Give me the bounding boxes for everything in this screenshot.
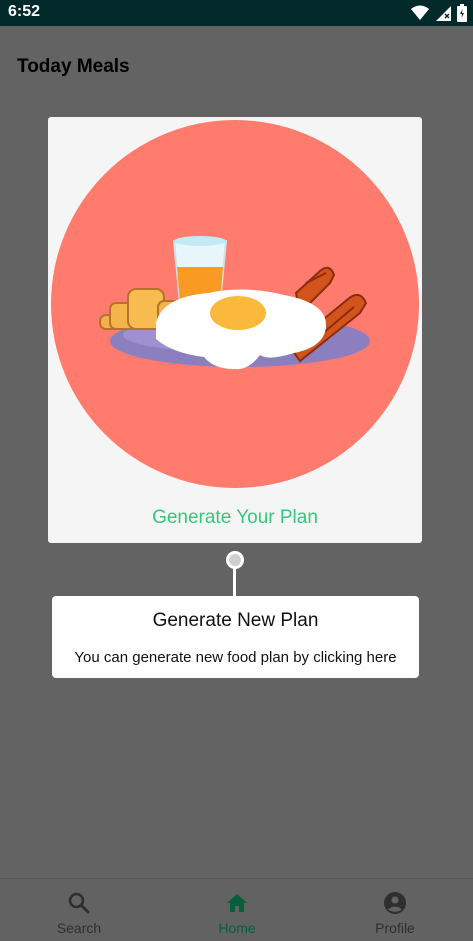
nav-label-profile: Profile (375, 920, 415, 936)
battery-icon (457, 4, 467, 22)
tooltip-title: Generate New Plan (152, 610, 319, 631)
nav-label-home: Home (218, 920, 256, 936)
profile-icon (384, 892, 406, 914)
tooltip-description: You can generate new food plan by clicki… (74, 649, 397, 666)
card-caption[interactable]: Generate Your Plan (48, 507, 422, 529)
bottom-navigation: Search Home Profile (0, 878, 473, 941)
generate-plan-card[interactable]: Generate Your Plan (48, 117, 422, 543)
nav-item-profile[interactable]: Profile (316, 879, 473, 941)
search-icon (68, 892, 90, 914)
status-icons (411, 4, 467, 22)
page-title: Today Meals (17, 56, 130, 77)
signal-icon (436, 6, 451, 21)
tooltip-connector-line (233, 568, 236, 596)
onboarding-tooltip[interactable]: Generate New Plan You can generate new f… (52, 596, 419, 678)
wifi-icon (411, 5, 429, 20)
status-time: 6:52 (8, 3, 41, 20)
status-bar: 6:52 (0, 0, 473, 26)
home-icon (227, 894, 247, 912)
nav-item-home[interactable]: Home (158, 879, 316, 941)
nav-item-search[interactable]: Search (0, 879, 158, 941)
breakfast-illustration (99, 236, 370, 370)
tooltip-connector-dot (226, 551, 244, 569)
nav-label-search: Search (56, 920, 102, 936)
